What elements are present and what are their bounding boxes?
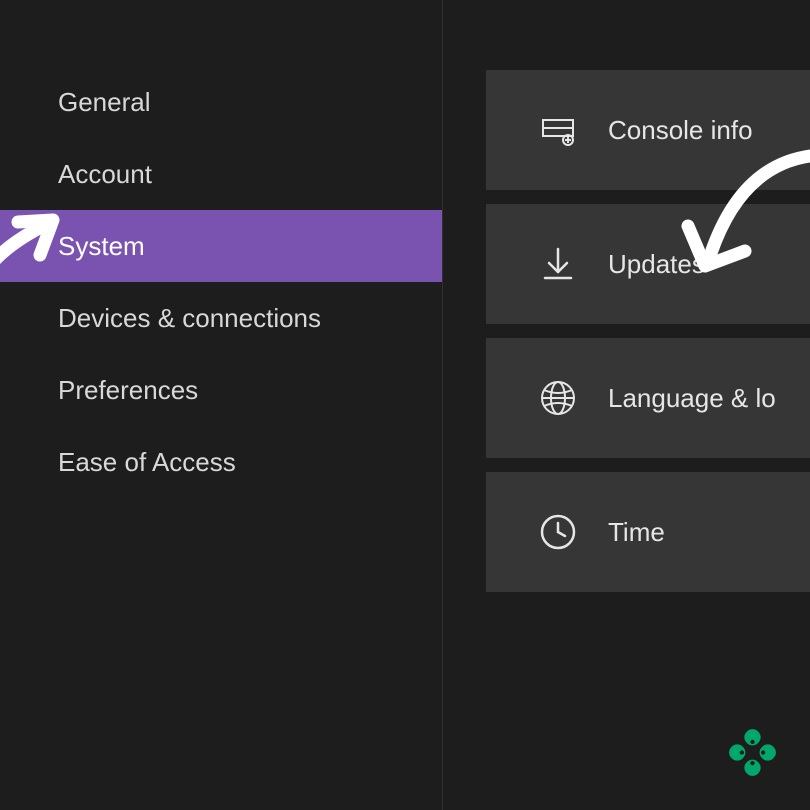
sidebar-item-label: General [58,87,151,118]
sidebar-item-ease-of-access[interactable]: Ease of Access [0,426,442,498]
settings-content: Console info Updates Language & lo [486,70,810,592]
sidebar-item-account[interactable]: Account [0,138,442,210]
tile-time[interactable]: Time [486,472,810,592]
globe-icon [538,378,578,418]
tile-label: Console info [608,115,753,146]
sidebar-item-label: System [58,231,145,262]
sidebar-item-system[interactable]: System [0,210,442,282]
tile-console-info[interactable]: Console info [486,70,810,190]
sidebar-item-general[interactable]: General [0,66,442,138]
tile-label: Time [608,517,665,548]
tile-language-location[interactable]: Language & lo [486,338,810,458]
sidebar-item-label: Devices & connections [58,303,321,334]
sidebar-item-preferences[interactable]: Preferences [0,354,442,426]
brand-logo-icon [715,715,790,790]
tile-label: Language & lo [608,383,776,414]
sidebar-item-label: Preferences [58,375,198,406]
console-info-icon [538,110,578,150]
sidebar-item-devices[interactable]: Devices & connections [0,282,442,354]
sidebar-item-label: Ease of Access [58,447,236,478]
settings-sidebar: General Account System Devices & connect… [0,0,443,810]
sidebar-item-label: Account [58,159,152,190]
tile-updates[interactable]: Updates [486,204,810,324]
clock-icon [538,512,578,552]
tile-label: Updates [608,249,705,280]
download-icon [538,244,578,284]
